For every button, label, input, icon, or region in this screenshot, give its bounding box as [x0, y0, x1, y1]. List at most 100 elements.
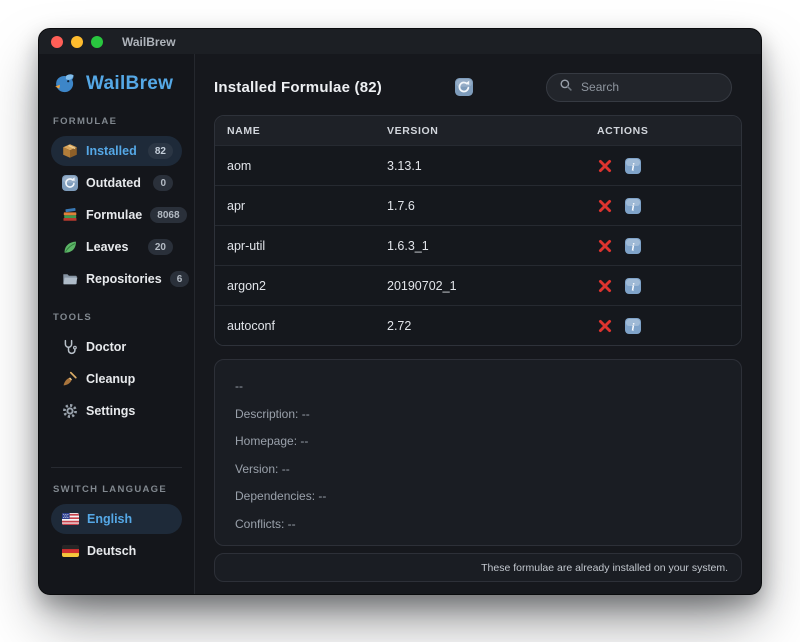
details-line: Conflicts: -- [235, 517, 721, 531]
section-label: FORMULAE [53, 116, 180, 127]
column-header-version: VERSION [387, 125, 597, 137]
search-input[interactable] [581, 80, 719, 94]
info-button[interactable]: i [625, 158, 641, 174]
info-button[interactable]: i [625, 238, 641, 254]
details-line: -- [235, 379, 721, 393]
sidebar-item-label: Repositories [86, 272, 162, 286]
sidebar-item-doctor[interactable]: Doctor [51, 332, 182, 362]
sidebar-item-deutsch[interactable]: Deutsch [51, 536, 182, 566]
refresh-button[interactable] [455, 78, 473, 96]
sidebar-item-label: Deutsch [87, 544, 136, 558]
zoom-button[interactable] [91, 36, 103, 48]
table-row[interactable]: apr-util1.6.3_1 i [215, 225, 741, 265]
sidebar-section-formulae: FORMULAE Installed 82 Outdated0Formulae8068… [51, 100, 182, 296]
broom-icon [62, 371, 78, 387]
formula-version-cell: 2.72 [387, 319, 597, 333]
us-flag-icon [62, 513, 79, 525]
wailbrew-logo-icon [53, 72, 77, 96]
sidebar-sections: FORMULAE Installed 82 Outdated0Formulae8068… [51, 100, 182, 568]
section-label: TOOLS [53, 312, 180, 323]
sidebar-item-english[interactable]: English [51, 504, 182, 534]
table-row[interactable]: apr1.7.6 i [215, 185, 741, 225]
minimize-button[interactable] [71, 36, 83, 48]
formula-version-cell: 1.6.3_1 [387, 239, 597, 253]
details-line: Dependencies: -- [235, 489, 721, 503]
sidebar-item-outdated[interactable]: Outdated0 [51, 168, 182, 198]
sidebar-section-switch-language: SWITCH LANGUAGE English Deutsch [51, 467, 182, 568]
details-line: Description: -- [235, 407, 721, 421]
formula-name-cell: autoconf [227, 319, 387, 333]
details-line: Version: -- [235, 462, 721, 476]
table-row[interactable]: aom3.13.1 i [215, 145, 741, 185]
actions-cell: i [597, 238, 725, 254]
info-icon: i [625, 318, 641, 334]
formula-name-cell: apr [227, 199, 387, 213]
stethoscope-icon [62, 339, 78, 355]
search-box[interactable] [546, 73, 732, 102]
sidebar-item-leaves[interactable]: Leaves20 [51, 232, 182, 262]
count-badge: 8068 [150, 207, 186, 223]
sidebar-item-label: Settings [86, 404, 135, 418]
app-logo-row: WailBrew [51, 66, 182, 100]
leaf-icon [62, 239, 78, 255]
page-title: Installed Formulae (82) [214, 79, 382, 96]
uninstall-button[interactable] [597, 238, 613, 254]
count-badge: 82 [148, 143, 173, 159]
formula-version-cell: 3.13.1 [387, 159, 597, 173]
actions-cell: i [597, 318, 725, 334]
sidebar-item-label: Leaves [86, 240, 128, 254]
sidebar-item-label: Formulae [86, 208, 142, 222]
app-body: WailBrew FORMULAEInstalled82Outdated0For… [39, 54, 761, 594]
sidebar-item-label: Installed [86, 144, 137, 158]
info-button[interactable]: i [625, 198, 641, 214]
package-icon [62, 143, 78, 159]
section-label: SWITCH LANGUAGE [53, 484, 180, 495]
formulae-table: NAMEVERSIONACTIONS aom3.13.1iapr1.7.6iap… [214, 115, 742, 346]
remove-icon [597, 158, 613, 174]
window-title: WailBrew [122, 35, 176, 49]
info-icon: i [625, 278, 641, 294]
details-panel: -- Description: -- Homepage: -- Version: --… [214, 359, 742, 546]
uninstall-button[interactable] [597, 278, 613, 294]
books-icon [62, 207, 78, 223]
table-row[interactable]: autoconf2.72 i [215, 305, 741, 345]
actions-cell: i [597, 198, 725, 214]
sidebar-item-installed[interactable]: Installed 82 [51, 136, 182, 166]
formula-name-cell: aom [227, 159, 387, 173]
column-header-actions: ACTIONS [597, 125, 725, 137]
count-badge: 6 [170, 271, 190, 287]
sidebar-section-tools: TOOLS Doctor Cleanup Settings [51, 296, 182, 428]
sidebar-item-repositories[interactable]: Repositories6 [51, 264, 182, 294]
formula-name-cell: argon2 [227, 279, 387, 293]
info-icon: i [625, 238, 641, 254]
sidebar-item-label: Cleanup [86, 372, 135, 386]
actions-cell: i [597, 278, 725, 294]
close-button[interactable] [51, 36, 63, 48]
sidebar-item-formulae[interactable]: Formulae8068 [51, 200, 182, 230]
refresh-icon [455, 78, 473, 96]
sidebar-item-label: Outdated [86, 176, 141, 190]
table-header-row: NAMEVERSIONACTIONS [215, 116, 741, 145]
uninstall-button[interactable] [597, 158, 613, 174]
status-bar: These formulae are already installed on … [214, 553, 742, 582]
uninstall-button[interactable] [597, 318, 613, 334]
formula-name-cell: apr-util [227, 239, 387, 253]
sidebar-item-label: Doctor [86, 340, 126, 354]
sidebar-item-settings[interactable]: Settings [51, 396, 182, 426]
formula-version-cell: 1.7.6 [387, 199, 597, 213]
table-row[interactable]: argon220190702_1 i [215, 265, 741, 305]
details-line: Homepage: -- [235, 434, 721, 448]
uninstall-button[interactable] [597, 198, 613, 214]
info-button[interactable]: i [625, 318, 641, 334]
folder-icon [62, 271, 78, 287]
actions-cell: i [597, 158, 725, 174]
info-button[interactable]: i [625, 278, 641, 294]
sidebar-item-label: English [87, 512, 132, 526]
column-header-name: NAME [227, 125, 387, 137]
info-icon: i [625, 158, 641, 174]
formula-version-cell: 20190702_1 [387, 279, 597, 293]
remove-icon [597, 278, 613, 294]
sidebar-item-cleanup[interactable]: Cleanup [51, 364, 182, 394]
app-window: WailBrew WailBrew FORMULAE Installed 82 Out… [38, 28, 762, 595]
remove-icon [597, 238, 613, 254]
